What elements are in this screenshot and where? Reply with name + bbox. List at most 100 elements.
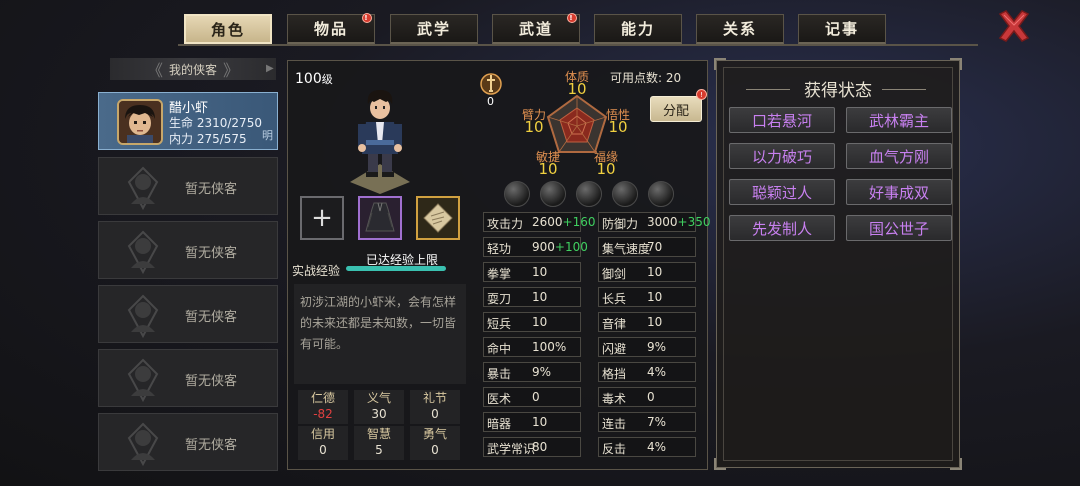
character-level: 100级 [295, 71, 333, 87]
stat-cell[interactable]: 闪避 9% [598, 337, 696, 357]
status-effect-button[interactable]: 先发制人 [729, 215, 835, 241]
stat-cell[interactable]: 长兵 10 [598, 287, 696, 307]
stat-cell[interactable]: 集气速度 70 [598, 237, 696, 257]
roster-header[interactable]: 《 我的侠客 》 [110, 58, 276, 80]
add-equipment-slot[interactable]: + [300, 196, 344, 240]
stat-cell[interactable]: 连击 7% [598, 412, 696, 432]
stat-value-number: 4% [647, 440, 667, 454]
empty-hero-slot[interactable]: 暂无侠客 [98, 285, 278, 343]
roster-scroll-icon[interactable]: ▶ [266, 63, 274, 74]
tab-character[interactable]: 角色 [184, 14, 272, 44]
stat-cell[interactable]: 医术 0 [483, 387, 581, 407]
empty-hero-slot[interactable]: 暂无侠客 [98, 413, 278, 471]
attr-value-comprehension: 10 [608, 118, 628, 136]
close-x-icon [998, 10, 1030, 42]
close-button[interactable] [996, 8, 1032, 44]
stat-value: 10 [532, 415, 547, 429]
sword-medal-icon [480, 73, 502, 95]
notification-badge: ! [362, 13, 372, 23]
tab-martial-way[interactable]: 武道! [492, 13, 580, 44]
attr-value-agility: 10 [538, 160, 558, 178]
assign-points-button[interactable]: 分配 ! [650, 89, 707, 122]
meridian-orb[interactable] [648, 181, 674, 207]
attr-value-fortune: 10 [596, 160, 616, 178]
stat-cell[interactable]: 音律 10 [598, 312, 696, 332]
stat-value-number: 900 [532, 240, 555, 254]
stat-name: 命中 [487, 342, 512, 356]
silhouette-icon [127, 230, 159, 275]
status-effect-button[interactable]: 武林霸主 [846, 107, 952, 133]
stat-name: 长兵 [602, 292, 627, 306]
stat-value-number: 10 [532, 265, 548, 279]
character-description: 初涉江湖的小虾米，会有怎样的未来还都是未知数，一切皆有可能。 [294, 284, 466, 384]
status-effect-button[interactable]: 好事成双 [846, 179, 952, 205]
meridian-orb[interactable] [540, 181, 566, 207]
robe-icon [365, 202, 395, 232]
stat-cell[interactable]: 轻功 900+100 [483, 237, 588, 257]
empty-hero-slot[interactable]: 暂无侠客 [98, 221, 278, 279]
stat-cell[interactable]: 暗器 10 [483, 412, 581, 432]
notification-badge: ! [567, 13, 577, 23]
attr-value-strength: 10 [524, 118, 544, 136]
stat-value-number: 2600 [532, 215, 563, 229]
silhouette-icon [127, 422, 159, 467]
title-ornament [746, 89, 790, 90]
stat-cell[interactable]: 耍刀 10 [483, 287, 581, 307]
status-effect-button[interactable]: 聪颖过人 [729, 179, 835, 205]
tab-abilities[interactable]: 能力 [594, 14, 682, 44]
stat-name: 医术 [487, 392, 512, 406]
stat-value: 70 [647, 240, 662, 254]
stat-value-number: 4% [647, 365, 667, 379]
stat-cell[interactable]: 拳掌 10 [483, 262, 581, 282]
roster-title: 我的侠客 [168, 62, 217, 77]
meridian-orb[interactable] [576, 181, 602, 207]
stat-cell[interactable]: 命中 100% [483, 337, 581, 357]
tab-divider [178, 44, 978, 46]
hero-card-active[interactable]: 醋小虾 生命 2310/2750 内力 275/575 明 [98, 92, 278, 150]
accessory-slot[interactable] [416, 196, 460, 240]
meridian-orb[interactable] [612, 181, 638, 207]
status-effect-button[interactable]: 国公世子 [846, 215, 952, 241]
plus-icon: + [311, 203, 333, 233]
stat-value: 10 [532, 265, 547, 279]
stat-cell[interactable]: 防御力 3000+350 [598, 212, 711, 232]
stat-cell[interactable]: 反击 4% [598, 437, 696, 457]
tab-journal[interactable]: 记事 [798, 14, 886, 44]
empty-hero-slot[interactable]: 暂无侠客 [98, 349, 278, 407]
stat-bonus: +160 [562, 215, 596, 229]
stat-cell[interactable]: 御剑 10 [598, 262, 696, 282]
stat-value: 10 [532, 290, 547, 304]
attr-value-constitution: 10 [567, 80, 587, 98]
stat-name: 御剑 [602, 267, 627, 281]
tab-bar: 角色 物品! 武学 武道! 能力 关系 记事 [0, 10, 1080, 46]
stat-cell[interactable]: 暴击 9% [483, 362, 581, 382]
stat-name: 武学常识 [487, 442, 536, 456]
stat-value: 0 [647, 390, 655, 404]
stat-name: 反击 [602, 442, 627, 456]
silhouette-icon [127, 294, 159, 339]
stat-cell[interactable]: 格挡 4% [598, 362, 696, 382]
stat-name: 闪避 [602, 342, 627, 356]
stat-value: 100% [532, 340, 566, 354]
tab-items[interactable]: 物品! [287, 13, 375, 44]
tab-martial-arts[interactable]: 武学 [390, 14, 478, 44]
stat-cell[interactable]: 毒术 0 [598, 387, 696, 407]
panel-corner [950, 58, 962, 70]
status-effect-button[interactable]: 口若悬河 [729, 107, 835, 133]
stat-value-number: 10 [532, 315, 548, 329]
armor-slot[interactable] [358, 196, 402, 240]
stat-value: 10 [532, 315, 547, 329]
stat-name: 连击 [602, 417, 627, 431]
roster-prev-arrow[interactable]: 《 [147, 57, 163, 81]
virtue-righteousness: 义气 30 [354, 390, 404, 424]
stat-cell[interactable]: 攻击力 2600+160 [483, 212, 596, 232]
roster-next-arrow[interactable]: 》 [223, 57, 239, 81]
status-effect-button[interactable]: 以力破巧 [729, 143, 835, 169]
stat-name: 毒术 [602, 392, 627, 406]
empty-hero-slot[interactable]: 暂无侠客 [98, 157, 278, 215]
stat-cell[interactable]: 武学常识 80 [483, 437, 581, 457]
meridian-orb[interactable] [504, 181, 530, 207]
status-effect-button[interactable]: 血气方刚 [846, 143, 952, 169]
stat-cell[interactable]: 短兵 10 [483, 312, 581, 332]
tab-relations[interactable]: 关系 [696, 14, 784, 44]
